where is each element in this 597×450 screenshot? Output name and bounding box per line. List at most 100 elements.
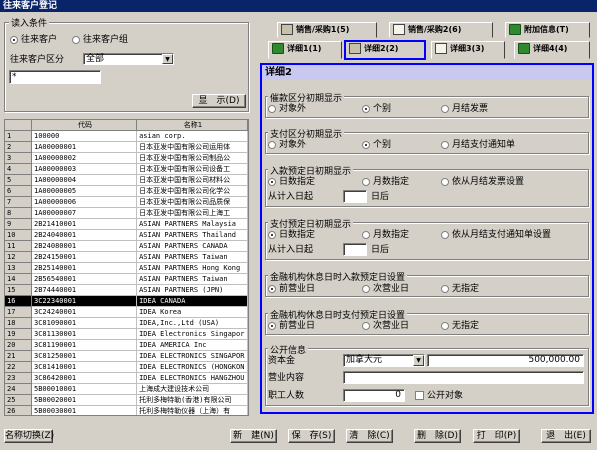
row-number: 20 — [5, 339, 32, 352]
row-number: 16 — [5, 295, 32, 308]
read-conditions-legend: 读入条件 — [9, 16, 50, 29]
chevron-down-icon: ▼ — [413, 355, 424, 366]
table-row[interactable]: 5 1A00000004 日本亚发中国有限公司材料公 — [5, 174, 248, 187]
paydate-option-1[interactable]: 日数指定 — [268, 230, 315, 240]
currency-select[interactable]: 加拿大元 ▼ — [343, 354, 425, 367]
cell-name: 日本亚发中国有限公司制品公 — [136, 152, 248, 165]
table-row[interactable]: 4 1A00000003 日本亚发中国有限公司设备工 — [5, 163, 248, 176]
table-row[interactable]: 17 3C24240001 IDEA Korea — [5, 306, 248, 319]
exit-button[interactable]: 退 出(E) — [541, 429, 591, 443]
paydate-option-2[interactable]: 月数指定 — [362, 230, 409, 240]
table-row[interactable]: 18 3C81090001 IDEA,Inc.,Ltd (USA) — [5, 317, 248, 330]
paydate-days-label: 从计入日起 — [268, 245, 314, 255]
cell-code: 1A00000002 — [31, 152, 138, 165]
table-row[interactable]: 19 3C81130001 IDEA Electronics Singapor — [5, 328, 248, 341]
radio-icon — [268, 321, 276, 330]
public-checkbox[interactable]: 公开对象 — [415, 391, 463, 401]
column-header-name[interactable]: 名称1 — [136, 120, 248, 132]
capital-input[interactable]: 500,000.00 — [427, 354, 584, 367]
cell-name: IDEA Korea — [136, 306, 248, 319]
table-row[interactable]: 10 2B24040001 ASIAN PARTNERS Thailand — [5, 229, 248, 242]
income-option-1[interactable]: 日数指定 — [268, 177, 315, 187]
table-row[interactable]: 20 3C81190001 IDEA AMERICA Inc — [5, 339, 248, 352]
income-option-3[interactable]: 依从月结发票设置 — [441, 177, 524, 187]
cell-name: asian corp. — [136, 130, 248, 143]
cell-code: 3C81090001 — [31, 317, 138, 330]
paydate-days-input[interactable] — [343, 243, 367, 256]
customer-grid[interactable]: 代码 名称1 1 100000 asian corp. 2 1A00000001 日本亚发… — [4, 119, 249, 416]
table-row[interactable]: 9 2B21410001 ASIAN PARTNERS Malaysia — [5, 218, 248, 231]
option-customer-group[interactable]: 往来客户组 — [72, 35, 128, 45]
business-input[interactable] — [343, 371, 584, 384]
cell-name: 日本亚发中国有限公司品质保 — [136, 196, 248, 209]
column-header-code[interactable]: 代码 — [31, 120, 138, 132]
income-option-2[interactable]: 月数指定 — [362, 177, 409, 187]
table-row[interactable]: 1 100000 asian corp. — [5, 130, 248, 143]
table-row[interactable]: 12 2B24150001 ASIAN PARTNERS Taiwan — [5, 251, 248, 264]
display-button[interactable]: 显 示(D) — [192, 94, 246, 108]
holiday-in-option-2[interactable]: 次营业日 — [362, 284, 409, 294]
search-input[interactable]: * — [9, 70, 101, 84]
cell-name: ASIAN PARTNERS (JPN) — [136, 284, 248, 297]
public-legend: 公开信息 — [268, 343, 309, 356]
table-row[interactable]: 7 1A00000006 日本亚发中国有限公司品质保 — [5, 196, 248, 209]
radio-icon — [362, 321, 370, 330]
table-row[interactable]: 11 2B24080001 ASIAN PARTNERS CANADA — [5, 240, 248, 253]
holiday-in-option-3[interactable]: 无指定 — [441, 284, 479, 294]
table-row[interactable]: 8 1A00000007 日本亚发中国有限公司上海工 — [5, 207, 248, 220]
collect-option-2[interactable]: 个别 — [362, 104, 391, 114]
table-row[interactable]: 16 3C22340001 IDEA CANADA — [5, 295, 248, 308]
pay-option-1[interactable]: 对象外 — [268, 140, 306, 150]
paydate-option-3[interactable]: 依从月结支付通知单设置 — [441, 230, 551, 240]
table-row[interactable]: 21 3C81250001 IDEA ELECTRONICS SINGAPOR — [5, 350, 248, 363]
income-days-input[interactable] — [343, 190, 367, 203]
table-row[interactable]: 13 2B25140001 ASIAN PARTNERS Hong Kong — [5, 262, 248, 275]
tab-sales-purchase-1[interactable]: 销售/采购1(5) — [277, 22, 377, 38]
cell-name: 日本亚发中国有限公司上海工 — [136, 207, 248, 220]
pay-option-3[interactable]: 月结支付通知单 — [441, 140, 515, 150]
cell-code: 3C22340001 — [31, 295, 138, 308]
table-row[interactable]: 3 1A00000002 日本亚发中国有限公司制品公 — [5, 152, 248, 165]
cell-code: 5B00010001 — [31, 383, 138, 396]
tab-detail-2[interactable]: 详细2(2) — [344, 40, 426, 60]
category-select[interactable]: 全部 ▼ — [83, 53, 174, 65]
tab-detail-1[interactable]: 详细1(1) — [268, 41, 342, 59]
collect-option-1[interactable]: 对象外 — [268, 104, 306, 114]
holiday-in-option-1[interactable]: 前营业日 — [268, 284, 315, 294]
holiday-out-option-1[interactable]: 前营业日 — [268, 321, 315, 331]
new-button[interactable]: 新 建(N) — [230, 429, 277, 443]
table-row[interactable]: 6 1A00000005 日本亚发中国有限公司化学公 — [5, 185, 248, 198]
income-days-label: 从计入日起 — [268, 192, 314, 202]
cell-code: 2B74440001 — [31, 284, 138, 297]
tab-sales-purchase-2[interactable]: 销售/采购2(6) — [389, 22, 493, 38]
tab-extra-info[interactable]: 附加信息(T) — [505, 22, 590, 38]
holiday-out-option-2[interactable]: 次营业日 — [362, 321, 409, 331]
pay-option-2[interactable]: 个别 — [362, 140, 391, 150]
cell-name: ASIAN PARTNERS Thailand — [136, 229, 248, 242]
table-row[interactable]: 23 3C86420001 IDEA ELECTRONICS HANGZHOU — [5, 372, 248, 385]
cell-code: 3C81250001 — [31, 350, 138, 363]
table-row[interactable]: 15 2B74440001 ASIAN PARTNERS (JPN) — [5, 284, 248, 297]
cell-code: 3C81190001 — [31, 339, 138, 352]
staff-input[interactable]: 0 — [343, 389, 405, 402]
row-number: 5 — [5, 174, 32, 187]
option-customer[interactable]: 往来客户 — [10, 35, 57, 45]
print-button[interactable]: 打 印(P) — [473, 429, 520, 443]
holiday-out-option-3[interactable]: 无指定 — [441, 321, 479, 331]
table-row[interactable]: 26 5B00030001 托利多梅特勒仪器（上海）有 — [5, 405, 248, 415]
collect-option-3[interactable]: 月结发票 — [441, 104, 488, 114]
collect-legend: 催款区分初期显示 — [268, 91, 345, 104]
table-row[interactable]: 25 5B00020001 托利多梅特勒(香港)有限公司 — [5, 394, 248, 407]
cell-code: 2B24080001 — [31, 240, 138, 253]
delete-button[interactable]: 删 除(D) — [414, 429, 461, 443]
tab-detail-4[interactable]: 详细4(4) — [514, 41, 590, 59]
name-switch-button[interactable]: 名称切换(Z) — [4, 429, 54, 443]
tab-detail-3[interactable]: 详细3(3) — [431, 41, 505, 59]
table-row[interactable]: 24 5B00010001 上海成大建设技术公司 — [5, 383, 248, 396]
save-button[interactable]: 保 存(S) — [288, 429, 335, 443]
table-row[interactable]: 22 3C81410001 IDEA ELECTRONICS (HONGKON — [5, 361, 248, 374]
table-row[interactable]: 14 2B56540001 ASIAN PARTNERS Taiwan — [5, 273, 248, 286]
table-row[interactable]: 2 1A00000001 日本亚发中国有限公司运用体 — [5, 141, 248, 154]
cell-name: 上海成大建设技术公司 — [136, 383, 248, 396]
clear-button[interactable]: 清 除(C) — [346, 429, 393, 443]
